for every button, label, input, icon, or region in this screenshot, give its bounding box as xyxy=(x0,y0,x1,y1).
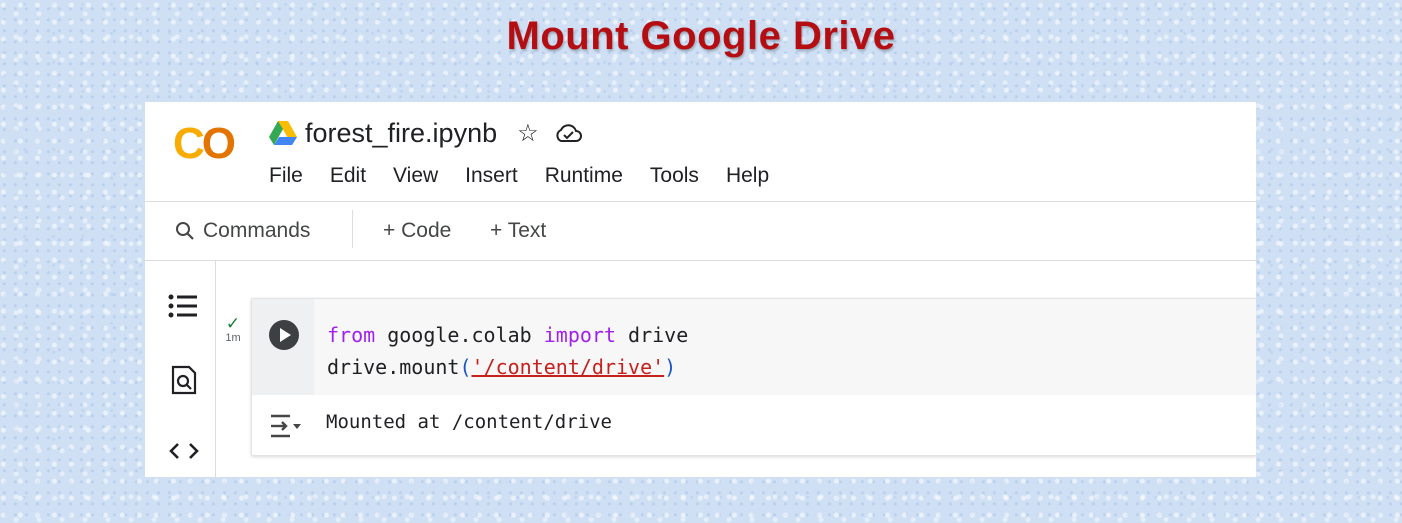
code-cell[interactable]: from google.colab import drive drive.mou… xyxy=(251,298,1256,456)
left-sidebar xyxy=(145,261,216,477)
add-code-button[interactable]: + Code xyxy=(383,219,451,243)
title-row: forest_fire.ipynb ☆ xyxy=(269,118,583,148)
menu-bar: File Edit View Insert Runtime Tools Help xyxy=(269,164,769,188)
logo-letter-c: C xyxy=(173,119,205,168)
output-toggle-icon[interactable] xyxy=(268,413,304,439)
toolbar-divider xyxy=(145,260,1256,261)
module-name: google.colab xyxy=(375,323,544,347)
menu-file[interactable]: File xyxy=(269,164,303,188)
menu-tools[interactable]: Tools xyxy=(650,164,699,188)
menu-view[interactable]: View xyxy=(393,164,438,188)
menu-help[interactable]: Help xyxy=(726,164,769,188)
import-name: drive xyxy=(616,323,689,347)
code-text: from google.colab import drive drive.mou… xyxy=(327,319,688,383)
code-editor[interactable]: from google.colab import drive drive.mou… xyxy=(314,299,1256,395)
star-icon[interactable]: ☆ xyxy=(517,119,539,148)
find-icon[interactable] xyxy=(167,365,201,395)
colab-window: CO forest_fire.ipynb ☆ File Edit View In… xyxy=(145,102,1256,477)
page-headline: Mount Google Drive xyxy=(506,14,896,58)
paren-close: ) xyxy=(664,355,677,379)
notebook-name[interactable]: forest_fire.ipynb xyxy=(305,118,497,149)
logo-letter-o: O xyxy=(201,119,236,168)
commands-button[interactable]: Commands xyxy=(175,219,310,243)
menu-edit[interactable]: Edit xyxy=(330,164,366,188)
execution-time: 1m xyxy=(225,332,241,344)
keyword-import: import xyxy=(543,323,616,347)
cloud-saved-icon[interactable] xyxy=(553,121,583,145)
keyword-from: from xyxy=(327,323,376,347)
cell-gutter xyxy=(252,299,314,395)
add-text-button[interactable]: + Text xyxy=(490,219,546,243)
cell-execution-status: ✓ 1m xyxy=(222,314,244,344)
path-string: '/content/drive' xyxy=(471,355,665,379)
toolbar-separator xyxy=(352,210,353,248)
menu-runtime[interactable]: Runtime xyxy=(545,164,623,188)
paren-open: ( xyxy=(459,355,472,379)
colab-logo[interactable]: CO xyxy=(173,119,236,168)
google-drive-icon[interactable] xyxy=(269,121,297,145)
search-icon xyxy=(176,222,194,240)
run-cell-icon[interactable] xyxy=(269,320,299,350)
toolbar: Commands + Code + Text xyxy=(145,202,1256,260)
success-check-icon: ✓ xyxy=(225,314,241,333)
commands-label: Commands xyxy=(203,219,311,242)
mount-call: drive.mount xyxy=(327,355,460,379)
cell-output: Mounted at /content/drive xyxy=(252,395,1256,455)
table-of-contents-icon[interactable] xyxy=(167,291,201,321)
output-text: Mounted at /content/drive xyxy=(326,411,612,433)
menu-insert[interactable]: Insert xyxy=(465,164,518,188)
code-snippets-icon[interactable] xyxy=(167,436,201,466)
